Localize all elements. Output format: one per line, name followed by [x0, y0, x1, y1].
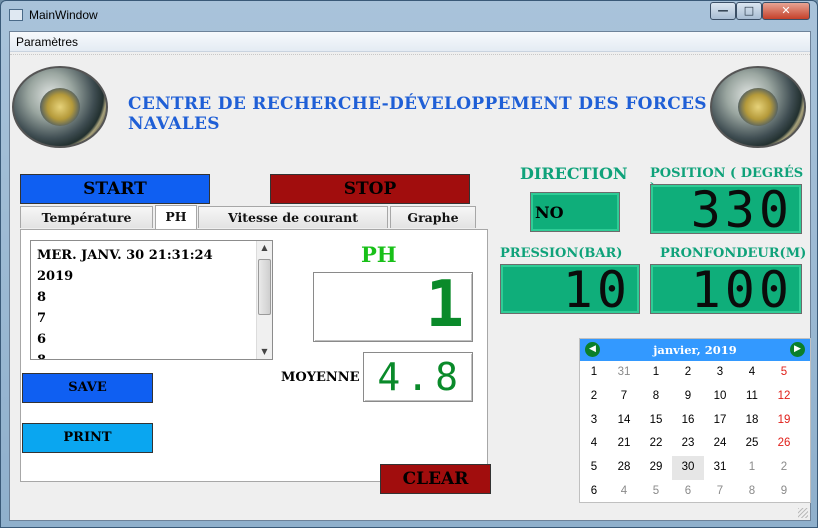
direction-label: DIRECTION [520, 164, 628, 183]
profondeur-label: Pronfondeur(m) [660, 246, 807, 261]
calendar-day[interactable]: 9 [768, 480, 800, 504]
calendar-day[interactable]: 10 [704, 385, 736, 409]
list-item: 6 [37, 332, 47, 347]
minimize-button[interactable]: — [710, 2, 736, 20]
calendar-day[interactable]: 17 [704, 409, 736, 433]
ph-log-list[interactable]: mer. janv. 30 21:31:24 2019 8 7 6 8 ▲ ▼ [30, 240, 273, 360]
menu-bar: Paramètres [10, 32, 810, 52]
calendar-day[interactable]: 7 [608, 385, 640, 409]
scroll-thumb[interactable] [258, 259, 271, 315]
direction-value: NO [535, 203, 564, 222]
profondeur-display: 100 [650, 261, 802, 319]
calendar-day[interactable]: 31 [704, 456, 736, 480]
calendar-day[interactable]: 8 [640, 385, 672, 409]
calendar-day[interactable]: 26 [768, 432, 800, 456]
toolbar-area [10, 54, 810, 56]
calendar-day[interactable]: 2 [768, 456, 800, 480]
resize-grip[interactable] [798, 508, 808, 518]
calendar-day[interactable]: 28 [608, 456, 640, 480]
app-icon [9, 9, 23, 21]
direction-display: NO [530, 192, 620, 232]
clear-button[interactable]: CLEAR [380, 464, 491, 494]
window-title: MainWindow [29, 8, 98, 22]
calendar-day[interactable]: 25 [736, 432, 768, 456]
calendar-day[interactable]: 6 [672, 480, 704, 504]
calendar-week-number: 2 [590, 389, 598, 402]
start-button[interactable]: START [20, 174, 210, 204]
calendar-day[interactable]: 5 [768, 361, 800, 385]
list-item: 7 [37, 311, 47, 326]
tab-ph[interactable]: PH [155, 205, 197, 229]
close-button[interactable]: ✕ [762, 2, 810, 20]
page-title: Centre de Recherche-Développement des Fo… [128, 94, 707, 134]
naval-forces-emblem-icon [710, 66, 806, 148]
calendar-day[interactable]: 18 [736, 409, 768, 433]
calendar-day[interactable]: 31 [608, 361, 640, 385]
calendar-header: ◀ janvier, 2019 ▶ [580, 339, 810, 361]
calendar-day[interactable]: 24 [704, 432, 736, 456]
pression-value: 10 [562, 261, 631, 319]
calendar-day[interactable]: 30 [672, 456, 704, 480]
calendar-day[interactable]: 1 [640, 361, 672, 385]
pression-label: Pression(BAR) [500, 246, 623, 261]
list-item: 8 [37, 350, 257, 359]
calendar-day[interactable]: 11 [736, 385, 768, 409]
calendar-day[interactable]: 16 [672, 409, 704, 433]
calendar-day[interactable]: 8 [736, 480, 768, 504]
stop-button[interactable]: STOP [270, 174, 470, 204]
tab-graphe[interactable]: Graphe [390, 206, 476, 228]
list-item: 2019 [37, 269, 74, 284]
scroll-up-icon[interactable]: ▲ [257, 241, 272, 255]
main-window: MainWindow — □ ✕ Paramètres Centre de Re… [0, 0, 818, 528]
save-button[interactable]: SAVE [22, 373, 153, 403]
list-scrollbar[interactable]: ▲ ▼ [256, 241, 272, 359]
calendar-day[interactable]: 12 [768, 385, 800, 409]
calendar: ◀ janvier, 2019 ▶ 1 31 1 2 3 4 5 2 7 8 9 10 11 12 3 14 1… [579, 338, 811, 503]
calendar-day[interactable]: 9 [672, 385, 704, 409]
client-area: Paramètres Centre de Recherche-Développe… [9, 31, 811, 521]
calendar-day[interactable]: 2 [672, 361, 704, 385]
calendar-day[interactable]: 14 [608, 409, 640, 433]
tab-temperature[interactable]: Température [20, 206, 153, 228]
calendar-day[interactable]: 15 [640, 409, 672, 433]
calendar-day[interactable]: 4 [736, 361, 768, 385]
title-bar[interactable]: MainWindow — □ ✕ [1, 1, 817, 31]
scroll-down-icon[interactable]: ▼ [257, 345, 272, 359]
tab-vitesse-de-courant[interactable]: Vitesse de courant [198, 206, 388, 228]
profondeur-value: 100 [690, 261, 793, 319]
ph-lcd-display: 1 [313, 272, 473, 342]
list-item: mer. janv. 30 21:31:24 [37, 248, 213, 263]
calendar-month-title[interactable]: janvier, 2019 [580, 343, 810, 357]
calendar-day[interactable]: 21 [608, 432, 640, 456]
calendar-week-number: 3 [590, 413, 598, 426]
calendar-day[interactable]: 4 [608, 480, 640, 504]
moyenne-lcd-display: 4.8 [363, 352, 473, 402]
calendar-grid: 1 31 1 2 3 4 5 2 7 8 9 10 11 12 3 14 15 16 17 18 19 4 21 22 23 24… [580, 361, 810, 504]
calendar-day[interactable]: 29 [640, 456, 672, 480]
menu-parametres[interactable]: Paramètres [16, 35, 78, 49]
ph-title: PH [361, 242, 397, 267]
moyenne-label: Moyenne [281, 370, 360, 385]
ph-tab-panel: mer. janv. 30 21:31:24 2019 8 7 6 8 ▲ ▼ … [20, 229, 488, 482]
list-item: 8 [37, 290, 47, 305]
calendar-day[interactable]: 22 [640, 432, 672, 456]
naval-forces-emblem-icon [12, 66, 108, 148]
calendar-week-number: 1 [590, 366, 598, 378]
position-value: 330 [690, 181, 793, 239]
calendar-day[interactable]: 5 [640, 480, 672, 504]
print-button[interactable]: PRINT [22, 423, 153, 453]
calendar-day[interactable]: 1 [736, 456, 768, 480]
calendar-day[interactable]: 23 [672, 432, 704, 456]
pression-display: 10 [500, 261, 640, 319]
arrow-right-icon[interactable]: ▶ [790, 342, 805, 357]
position-display: 330 [650, 181, 802, 239]
calendar-week-number: 6 [590, 485, 598, 497]
calendar-week-number: 4 [590, 437, 598, 450]
maximize-button[interactable]: □ [736, 2, 762, 20]
calendar-week-number: 5 [590, 461, 598, 474]
calendar-day[interactable]: 3 [704, 361, 736, 385]
calendar-day[interactable]: 7 [704, 480, 736, 504]
calendar-day[interactable]: 19 [768, 409, 800, 433]
